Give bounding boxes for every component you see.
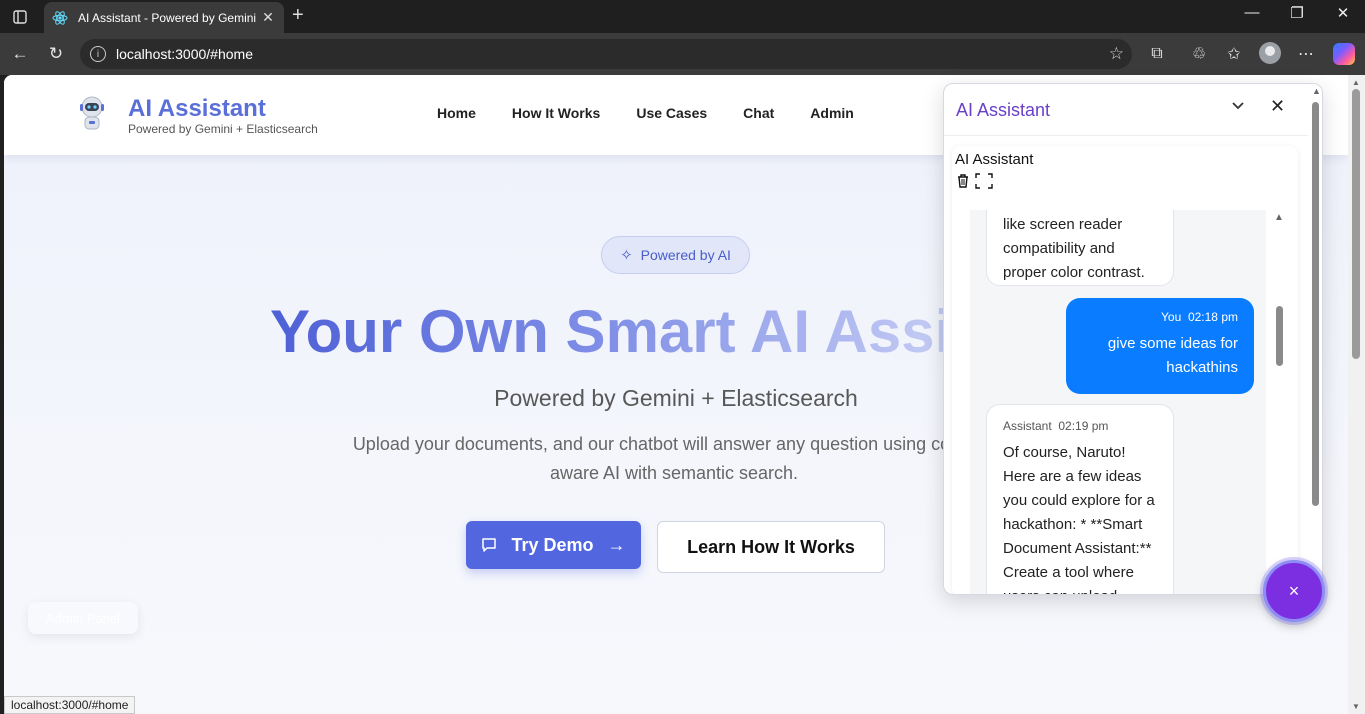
nav-admin[interactable]: Admin bbox=[810, 105, 854, 121]
address-bar[interactable]: i localhost:3000/#home ☆ bbox=[80, 39, 1132, 69]
brand-title[interactable]: AI Assistant bbox=[128, 95, 266, 123]
sidebar-toggle-icon[interactable] bbox=[9, 6, 31, 28]
nav-chat[interactable]: Chat bbox=[743, 105, 774, 121]
tab-close-icon[interactable]: ✕ bbox=[260, 9, 276, 26]
message-text: like screen reader compatibility and pro… bbox=[1003, 216, 1145, 281]
message-meta: Assistant 02:19 pm bbox=[1003, 417, 1157, 435]
message-list[interactable]: like screen reader compatibility and pro… bbox=[970, 210, 1266, 594]
browser-essentials-icon[interactable]: ♲ bbox=[1187, 43, 1211, 65]
brand-subtitle: Powered by Gemini + Elasticsearch bbox=[128, 122, 318, 136]
chat-header-title: AI Assistant bbox=[956, 100, 1051, 120]
chat-toggle-button[interactable]: × bbox=[1263, 560, 1325, 622]
copilot-icon[interactable] bbox=[1333, 43, 1355, 65]
chevron-down-icon[interactable] bbox=[1232, 98, 1244, 114]
message-time: 02:19 pm bbox=[1058, 419, 1109, 433]
nav-use-cases[interactable]: Use Cases bbox=[636, 105, 707, 121]
powered-by-badge: ✧ Powered by AI bbox=[601, 236, 750, 274]
reload-icon[interactable]: ↻ bbox=[44, 43, 68, 65]
message-time: 02:18 pm bbox=[1187, 310, 1238, 324]
scroll-up-icon[interactable]: ▲ bbox=[1352, 78, 1360, 87]
main-nav: Home How It Works Use Cases Chat Admin bbox=[437, 105, 854, 121]
try-demo-button[interactable]: Try Demo → bbox=[466, 521, 641, 569]
site-info-icon[interactable]: i bbox=[90, 46, 106, 62]
user-message: You 02:18 pm give some ideas for hackath… bbox=[1066, 298, 1254, 394]
assistant-message: like screen reader compatibility and pro… bbox=[986, 210, 1174, 286]
assistant-message: Assistant 02:19 pm Of course, Naruto! He… bbox=[986, 404, 1174, 594]
browser-tab[interactable]: AI Assistant - Powered by Gemini + Elast… bbox=[44, 2, 284, 33]
more-menu-icon[interactable]: ⋯ bbox=[1294, 43, 1318, 65]
message-scroll-up-icon[interactable]: ▲ bbox=[1274, 212, 1284, 223]
nav-home[interactable]: Home bbox=[437, 105, 476, 121]
try-demo-label: Try Demo bbox=[511, 534, 594, 555]
arrow-right-icon: → bbox=[607, 534, 626, 555]
chat-bubble-icon bbox=[482, 538, 497, 552]
nav-how-it-works[interactable]: How It Works bbox=[512, 105, 600, 121]
restore-icon[interactable]: ❐ bbox=[1277, 4, 1317, 22]
favorites-icon[interactable]: ✩ bbox=[1222, 43, 1246, 65]
browser-toolbar: ← ↻ i localhost:3000/#home ☆ ⧉ ♲ ✩ ⋯ bbox=[0, 33, 1365, 75]
badge-label: Powered by AI bbox=[640, 247, 731, 263]
chat-widget: AI Assistant ✕ AI Assistant like screen … bbox=[943, 83, 1323, 595]
message-meta: You 02:18 pm bbox=[1082, 308, 1238, 326]
chat-close-icon[interactable]: ✕ bbox=[1270, 96, 1285, 117]
hero-description: Upload your documents, and our chatbot w… bbox=[352, 434, 996, 483]
window-close-icon[interactable]: ✕ bbox=[1323, 4, 1363, 22]
close-icon: × bbox=[1288, 580, 1300, 601]
browser-titlebar: AI Assistant - Powered by Gemini + Elast… bbox=[0, 0, 1365, 33]
scroll-down-icon[interactable]: ▼ bbox=[1352, 702, 1360, 711]
sparkle-icon: ✧ bbox=[620, 247, 633, 264]
chat-panel-actions bbox=[955, 173, 993, 193]
chat-scrollbar[interactable]: ▲ bbox=[1308, 84, 1322, 594]
trash-icon[interactable] bbox=[955, 173, 971, 193]
chat-panel-title: AI Assistant bbox=[955, 151, 1034, 168]
chat-header: AI Assistant ✕ bbox=[944, 84, 1308, 136]
status-bar-url: localhost:3000/#home bbox=[4, 696, 136, 714]
chat-panel: AI Assistant like screen reader compatib… bbox=[952, 146, 1298, 594]
message-sender: You bbox=[1161, 310, 1182, 324]
message-scrollbar[interactable]: ▲ bbox=[1272, 210, 1286, 594]
message-sender: Assistant bbox=[1003, 419, 1052, 433]
message-text: give some ideas for hackathins bbox=[1107, 335, 1238, 376]
admin-panel-button[interactable]: Admin Panel bbox=[28, 602, 138, 634]
message-scroll-thumb[interactable] bbox=[1276, 306, 1283, 366]
favorite-star-icon[interactable]: ☆ bbox=[1109, 44, 1124, 64]
learn-how-it-works-button[interactable]: Learn How It Works bbox=[657, 521, 885, 573]
tab-title: AI Assistant - Powered by Gemini + Elast… bbox=[78, 10, 260, 25]
react-favicon-icon bbox=[52, 10, 68, 25]
profile-avatar[interactable] bbox=[1259, 42, 1281, 64]
message-text: Of course, Naruto! Here are a few ideas … bbox=[1003, 444, 1155, 594]
new-tab-icon[interactable]: + bbox=[292, 4, 304, 27]
robot-logo-icon bbox=[80, 96, 104, 130]
chat-scroll-thumb[interactable] bbox=[1312, 102, 1319, 506]
minimize-icon[interactable]: — bbox=[1232, 4, 1272, 21]
fullscreen-icon[interactable] bbox=[975, 173, 993, 193]
chat-scroll-up-icon[interactable]: ▲ bbox=[1312, 86, 1321, 96]
page-scroll-thumb[interactable] bbox=[1352, 89, 1360, 359]
page-scrollbar[interactable]: ▲ ▼ bbox=[1348, 75, 1365, 714]
address-url: localhost:3000/#home bbox=[116, 46, 253, 62]
extensions-icon[interactable]: ⧉ bbox=[1145, 43, 1169, 65]
back-arrow-icon[interactable]: ← bbox=[8, 43, 32, 65]
